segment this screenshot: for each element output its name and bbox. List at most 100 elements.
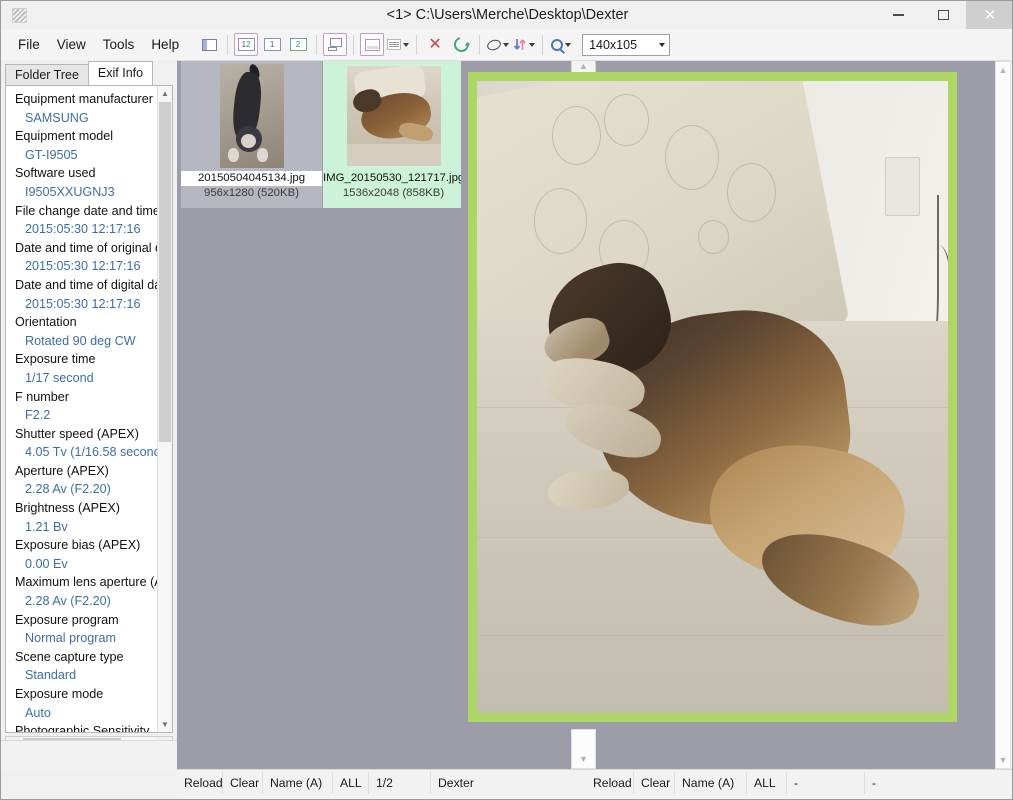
exif-value: 1/17 second: [25, 370, 94, 385]
photo-dog-subject: [524, 251, 930, 650]
status-clear-right[interactable]: Clear: [634, 772, 675, 794]
toolbar-separator: [316, 34, 318, 55]
exif-value: I9505XXUGNJ3: [25, 184, 115, 199]
status-reload-right[interactable]: Reload: [586, 772, 634, 794]
exif-key: File change date and time: [15, 203, 160, 218]
status-folder-left: Dexter: [438, 776, 474, 790]
exif-value: 2.28 Av (F2.20): [25, 594, 111, 609]
refresh-icon: [450, 34, 472, 55]
panel-toggle-icon: [201, 38, 217, 51]
status-reload-left[interactable]: Reload: [177, 772, 223, 794]
list-view-icon: [387, 39, 402, 50]
status-count-right: -: [787, 772, 865, 794]
refresh-button[interactable]: [449, 33, 473, 56]
thumbnail-image-0: [181, 61, 322, 171]
thumbnail-strip[interactable]: 20150504045134.jpg 956x1280 (520KB) IMG_…: [177, 61, 461, 208]
thumbnail-size-select[interactable]: 140x105: [582, 33, 671, 56]
exif-value: Normal program: [25, 631, 116, 646]
chevron-down-icon: [503, 42, 510, 47]
thumbnail-filename-bg-1: IMG_20150530_121717.jpg: [323, 171, 461, 186]
chevron-up-icon: ▲: [579, 61, 588, 71]
sort-button[interactable]: [512, 33, 536, 56]
chevron-down-icon: [403, 42, 410, 47]
exif-info-panel: Equipment manufacturer SAMSUNG Equipment m…: [5, 85, 173, 733]
exif-value: 2.28 Av (F2.20): [25, 482, 111, 497]
splitter-collapse-down[interactable]: ▼: [571, 729, 596, 769]
main-image-frame[interactable]: [468, 72, 957, 722]
exif-key: Software used: [15, 166, 96, 181]
exif-key: Exposure program: [15, 612, 119, 627]
chevron-down-icon: [529, 42, 536, 47]
list-view-button[interactable]: [386, 33, 410, 56]
menu-view[interactable]: View: [49, 34, 94, 55]
chevron-down-icon: ▼: [579, 754, 588, 764]
exif-key: Photographic Sensitivity: [15, 724, 150, 733]
thumbnail-item-0[interactable]: 20150504045134.jpg 956x1280 (520KB): [181, 61, 322, 208]
filter-button[interactable]: [485, 33, 510, 56]
exif-key: Brightness (APEX): [15, 501, 120, 516]
close-icon: ✕: [983, 6, 997, 24]
status-count-left: 1/2: [369, 772, 431, 794]
tab-folder-tree[interactable]: Folder Tree: [5, 64, 89, 85]
zoom-button[interactable]: [549, 33, 573, 56]
thumbnail-photo-dog-standing: [219, 63, 284, 168]
exif-value: SAMSUNG: [25, 110, 89, 125]
maximize-button[interactable]: [921, 1, 966, 29]
menu-file[interactable]: File: [10, 34, 48, 55]
maximize-icon: [938, 10, 949, 20]
close-button[interactable]: ✕: [966, 1, 1012, 29]
thumbnail-image-1: [323, 61, 461, 171]
status-bar: Reload Clear Name (A) ALL 1/2 Dexter Reload Cl…: [177, 769, 1012, 799]
chevron-down-icon: [659, 42, 666, 47]
thumbnail-size-value: 140x105: [589, 37, 638, 52]
filter-icon: [485, 37, 503, 52]
exif-value: Standard: [25, 668, 77, 683]
status-filter-left[interactable]: ALL: [333, 772, 369, 794]
menu-tools[interactable]: Tools: [95, 34, 143, 55]
scroll-up-icon[interactable]: ▲: [996, 62, 1010, 78]
exif-key: Exposure mode: [15, 687, 104, 701]
window-layout-icon: [327, 38, 343, 51]
status-clear-left[interactable]: Clear: [223, 772, 263, 794]
window-layout-button[interactable]: [323, 33, 348, 56]
scroll-down-icon[interactable]: ▼: [158, 717, 172, 732]
exif-key: Date and time of digital dat: [15, 277, 160, 292]
status-folder-right: -: [872, 776, 877, 790]
exif-key: Shutter speed (APEX): [15, 426, 139, 441]
exif-vertical-scrollbar[interactable]: ▲ ▼: [157, 86, 172, 732]
scroll-up-icon[interactable]: ▲: [158, 86, 172, 101]
fit-window-button[interactable]: [360, 33, 385, 56]
chevron-down-icon: [565, 42, 572, 47]
delete-button[interactable]: ✕: [423, 33, 447, 56]
view-one-icon: 1: [263, 38, 281, 51]
exif-value: GT-I9505: [25, 147, 78, 162]
view-two-button[interactable]: 2: [286, 33, 310, 56]
exif-key: F number: [15, 389, 69, 404]
hatch-logo-icon: [11, 7, 27, 23]
exif-value: F2.2: [25, 408, 51, 423]
exif-value: 2015:05:30 12:17:16: [25, 222, 141, 237]
status-sort-left[interactable]: Name (A): [263, 772, 333, 794]
view-two-icon: 2: [289, 38, 307, 51]
status-sort-right[interactable]: Name (A): [675, 772, 747, 794]
exif-key: Orientation: [15, 315, 77, 330]
menu-help[interactable]: Help: [143, 34, 187, 55]
scrollbar-thumb[interactable]: [159, 102, 171, 442]
thumbnail-item-1[interactable]: IMG_20150530_121717.jpg 1536x2048 (858KB…: [323, 61, 461, 208]
dual-view-button[interactable]: 12: [234, 33, 259, 56]
dual-view-icon: 12: [237, 38, 255, 51]
toolbar-separator: [542, 34, 544, 55]
tab-exif-info[interactable]: Exif Info: [87, 61, 154, 85]
minimize-button[interactable]: [876, 1, 921, 29]
thumbnail-filename-0: 20150504045134.jpg: [197, 172, 306, 184]
view-one-button[interactable]: 1: [260, 33, 284, 56]
scroll-down-icon[interactable]: ▼: [996, 752, 1010, 768]
status-filter-right[interactable]: ALL: [747, 772, 787, 794]
title-bar: <1> C:\Users\Merche\Desktop\Dexter ✕: [1, 1, 1012, 29]
thumbnail-meta-1: 1536x2048 (858KB): [342, 187, 445, 199]
thumbnail-filename-bg-0: 20150504045134.jpg: [181, 171, 322, 186]
exif-key: Scene capture type: [15, 649, 124, 664]
viewer-vertical-scrollbar[interactable]: ▲ ▼: [995, 61, 1011, 769]
panel-toggle-button[interactable]: [197, 33, 221, 56]
exif-key: Exposure bias (APEX): [15, 538, 141, 553]
